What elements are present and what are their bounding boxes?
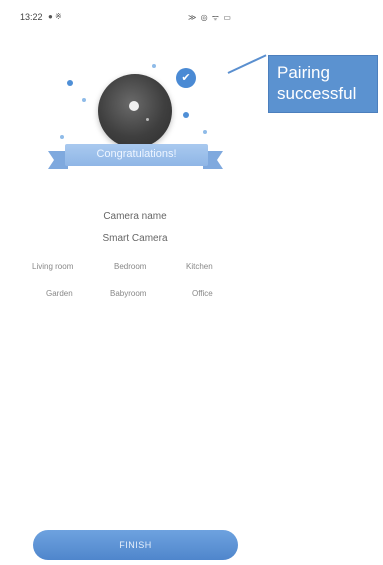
status-bar: 13:22 ● ※ ≫ ◎ ᯤ ▭ [0, 0, 383, 34]
system-icons: ≫ ◎ ᯤ ▭ [188, 13, 232, 22]
banner-text: Congratulations! [96, 148, 177, 160]
sparkle-icon [152, 64, 156, 68]
sparkle-icon [82, 98, 86, 102]
callout-line-1: Pairing [277, 63, 330, 82]
pairing-success-screen: 13:22 ● ※ ≫ ◎ ᯤ ▭ ✔ Congratulations! Pai… [0, 0, 383, 565]
notification-icons: ● ※ [48, 12, 62, 21]
room-option-office[interactable]: Office [192, 289, 213, 298]
status-time: 13:22 [20, 12, 43, 22]
sparkle-icon [183, 112, 189, 118]
camera-name-label: Camera name [103, 211, 167, 222]
check-icon: ✔ [176, 68, 196, 88]
sparkle-icon [60, 135, 64, 139]
room-option-kitchen[interactable]: Kitchen [186, 262, 213, 271]
pairing-successful-callout: Pairing successful [268, 55, 378, 113]
room-option-bedroom[interactable]: Bedroom [114, 262, 146, 271]
sparkle-icon [203, 130, 207, 134]
callout-line-2: successful [277, 84, 357, 103]
camera-icon [98, 74, 172, 148]
room-option-garden[interactable]: Garden [46, 289, 73, 298]
congratulations-banner: Congratulations! [65, 144, 208, 166]
sparkle-icon [67, 80, 73, 86]
camera-lens [129, 101, 139, 111]
camera-indicator [146, 118, 149, 121]
camera-name-value[interactable]: Smart Camera [0, 233, 270, 244]
finish-button[interactable]: FINISH [33, 530, 238, 560]
room-option-living-room[interactable]: Living room [32, 262, 73, 271]
room-option-babyroom[interactable]: Babyroom [110, 289, 146, 298]
